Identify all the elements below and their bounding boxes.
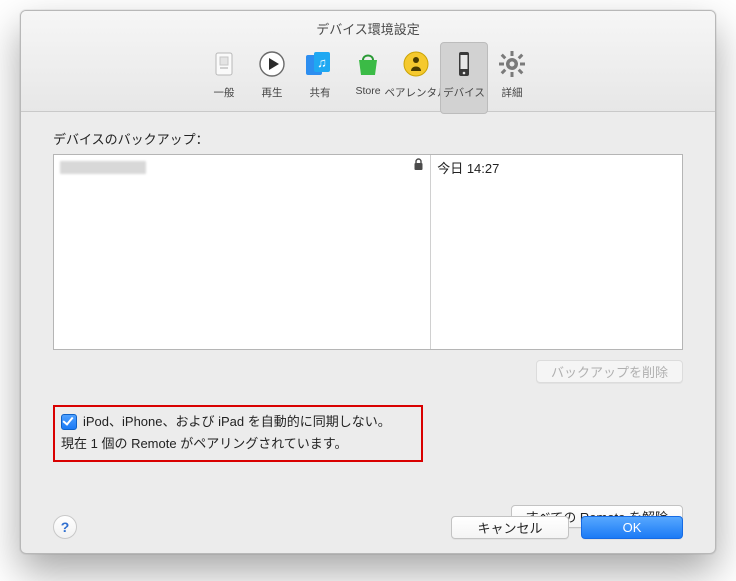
table-row[interactable]: 今日 14:27 <box>431 155 682 179</box>
backup-col-time: 今日 14:27 <box>431 155 682 349</box>
highlighted-options: iPod、iPhone、および iPad を自動的に同期しない。 現在 1 個の… <box>53 405 423 462</box>
tab-playback[interactable]: 再生 <box>248 42 296 114</box>
window-title: デバイス環境設定 <box>316 11 420 38</box>
tab-label: Store <box>355 85 380 97</box>
table-row[interactable] <box>54 155 430 179</box>
parental-icon <box>399 47 433 81</box>
toolbar-items: 一般 再生 ♫ 共有 <box>200 42 536 114</box>
no-auto-sync-checkbox[interactable] <box>61 414 77 430</box>
lock-icon <box>413 158 424 174</box>
play-icon <box>255 47 289 81</box>
tab-label: 一般 <box>214 85 235 100</box>
tab-general[interactable]: 一般 <box>200 42 248 114</box>
tab-label: デバイス <box>443 85 485 100</box>
tab-parental[interactable]: ペアレンタル <box>392 42 440 114</box>
no-auto-sync-label: iPod、iPhone、および iPad を自動的に同期しない。 <box>83 413 391 431</box>
gear-icon <box>495 47 529 81</box>
help-button[interactable]: ? <box>53 515 77 539</box>
cancel-button[interactable]: キャンセル <box>451 516 569 539</box>
general-icon <box>207 47 241 81</box>
tab-label: 共有 <box>310 85 331 100</box>
tab-label: ペアレンタル <box>385 85 448 100</box>
store-icon <box>351 47 385 81</box>
tab-devices[interactable]: デバイス <box>440 42 488 114</box>
footer: ? キャンセル OK <box>53 515 683 539</box>
tab-sharing[interactable]: ♫ 共有 <box>296 42 344 114</box>
ok-button[interactable]: OK <box>581 516 683 539</box>
tab-label: 再生 <box>262 85 283 100</box>
backup-time: 今日 14:27 <box>437 158 499 177</box>
no-auto-sync-row[interactable]: iPod、iPhone、および iPad を自動的に同期しない。 <box>61 413 413 431</box>
sharing-icon: ♫ <box>303 47 337 81</box>
device-name-redacted <box>60 161 146 174</box>
device-icon <box>447 47 481 81</box>
backups-label: デバイスのバックアップ： <box>53 129 683 148</box>
toolbar: デバイス環境設定 一般 <box>21 11 715 112</box>
backup-col-device <box>54 155 431 349</box>
tab-store[interactable]: Store <box>344 42 392 114</box>
tab-advanced[interactable]: 詳細 <box>488 42 536 114</box>
content: デバイスのバックアップ： 今日 14:27 バックア <box>21 111 715 553</box>
svg-text:♫: ♫ <box>317 55 327 70</box>
backup-actions: バックアップを削除 <box>53 350 683 383</box>
pairing-status: 現在 1 個の Remote がペアリングされています。 <box>61 433 413 452</box>
tab-label: 詳細 <box>502 85 523 100</box>
preferences-window: デバイス環境設定 一般 <box>20 10 716 554</box>
backup-table[interactable]: 今日 14:27 <box>53 154 683 350</box>
delete-backup-button[interactable]: バックアップを削除 <box>536 360 683 383</box>
